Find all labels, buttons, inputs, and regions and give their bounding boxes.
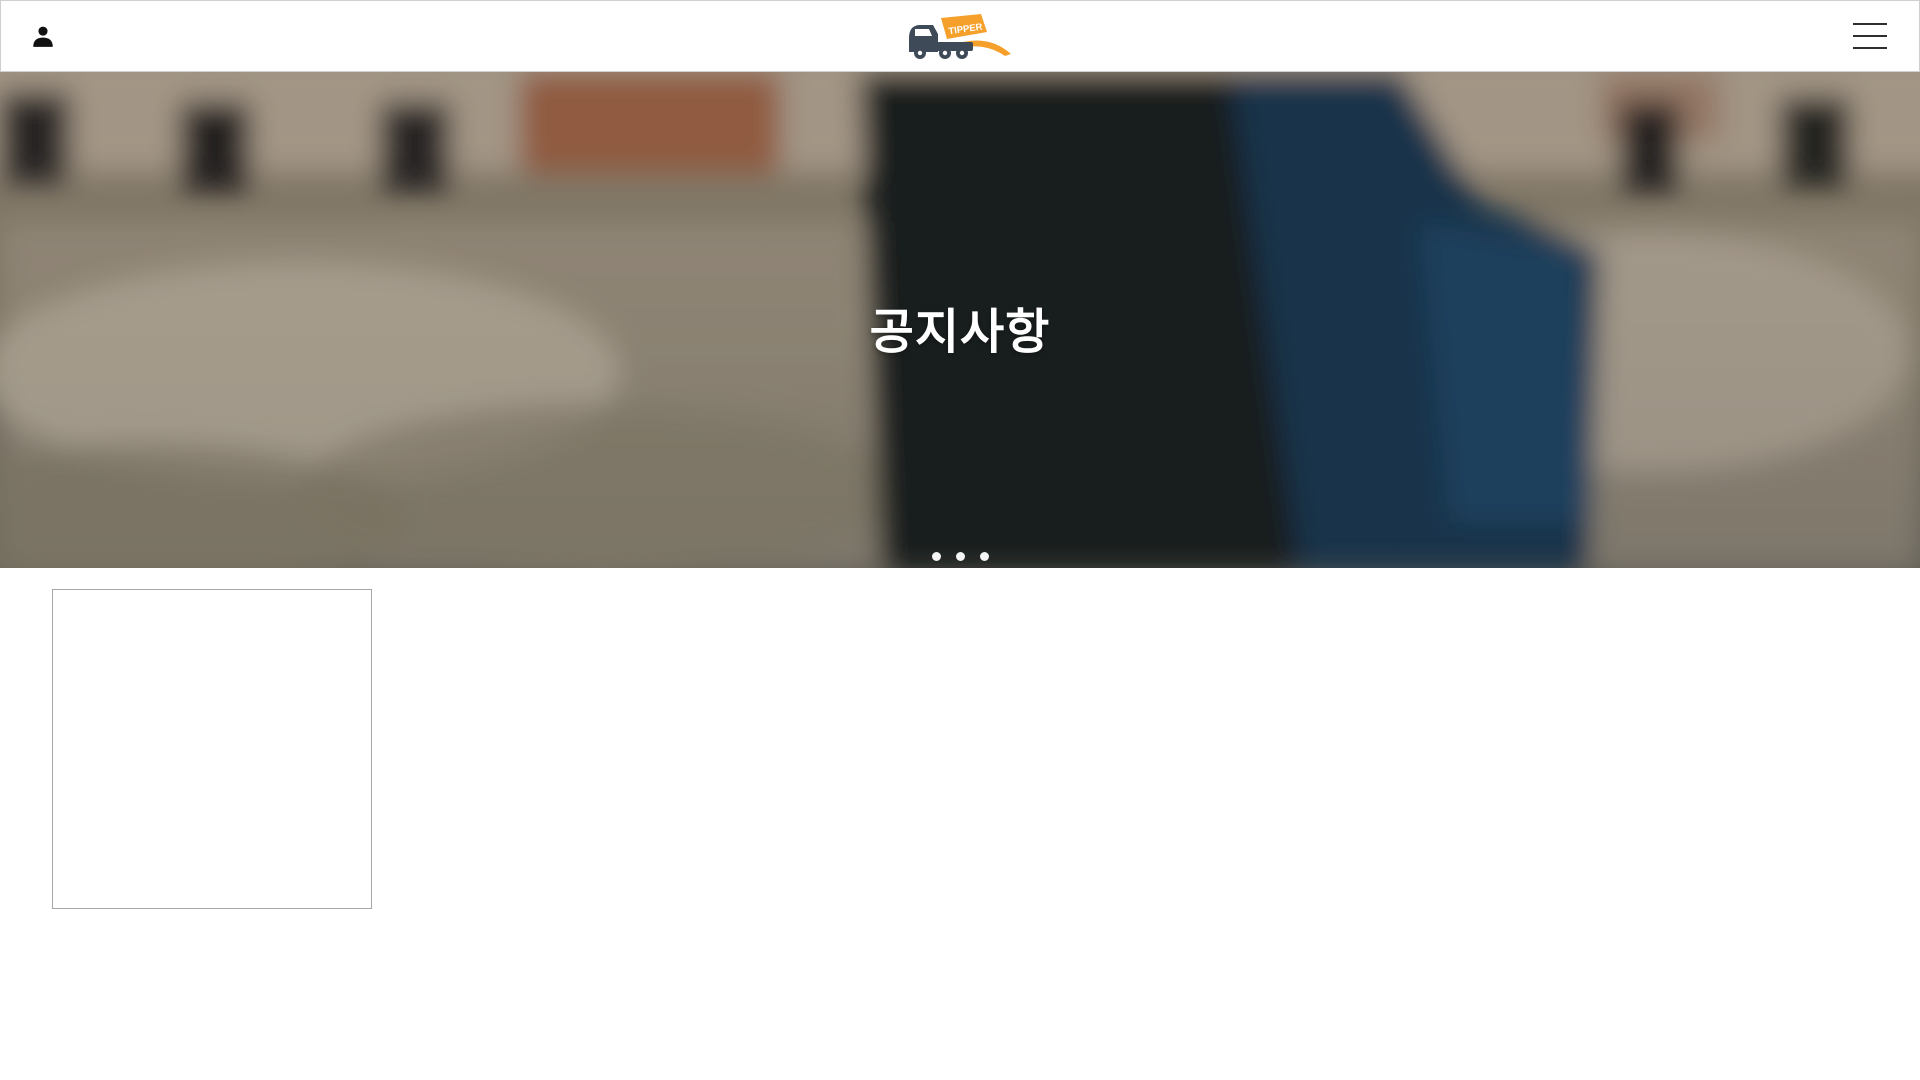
hamburger-menu-icon	[1853, 23, 1887, 25]
carousel-dot[interactable]	[979, 552, 989, 561]
top-header: TIPPER	[0, 0, 1920, 72]
notice-card[interactable]	[52, 589, 372, 909]
hero-banner: 공지사항	[0, 72, 1920, 568]
carousel-pagination	[0, 552, 1920, 561]
menu-button[interactable]	[1853, 23, 1887, 49]
carousel-dot[interactable]	[931, 552, 941, 561]
person-icon	[33, 26, 53, 47]
page-title: 공지사항	[869, 304, 1051, 360]
carousel-dot[interactable]	[955, 552, 965, 561]
user-account-button[interactable]	[23, 16, 63, 56]
tipper-logo[interactable]: TIPPER	[901, 9, 1019, 65]
tipper-truck-logo: TIPPER	[909, 14, 1011, 59]
